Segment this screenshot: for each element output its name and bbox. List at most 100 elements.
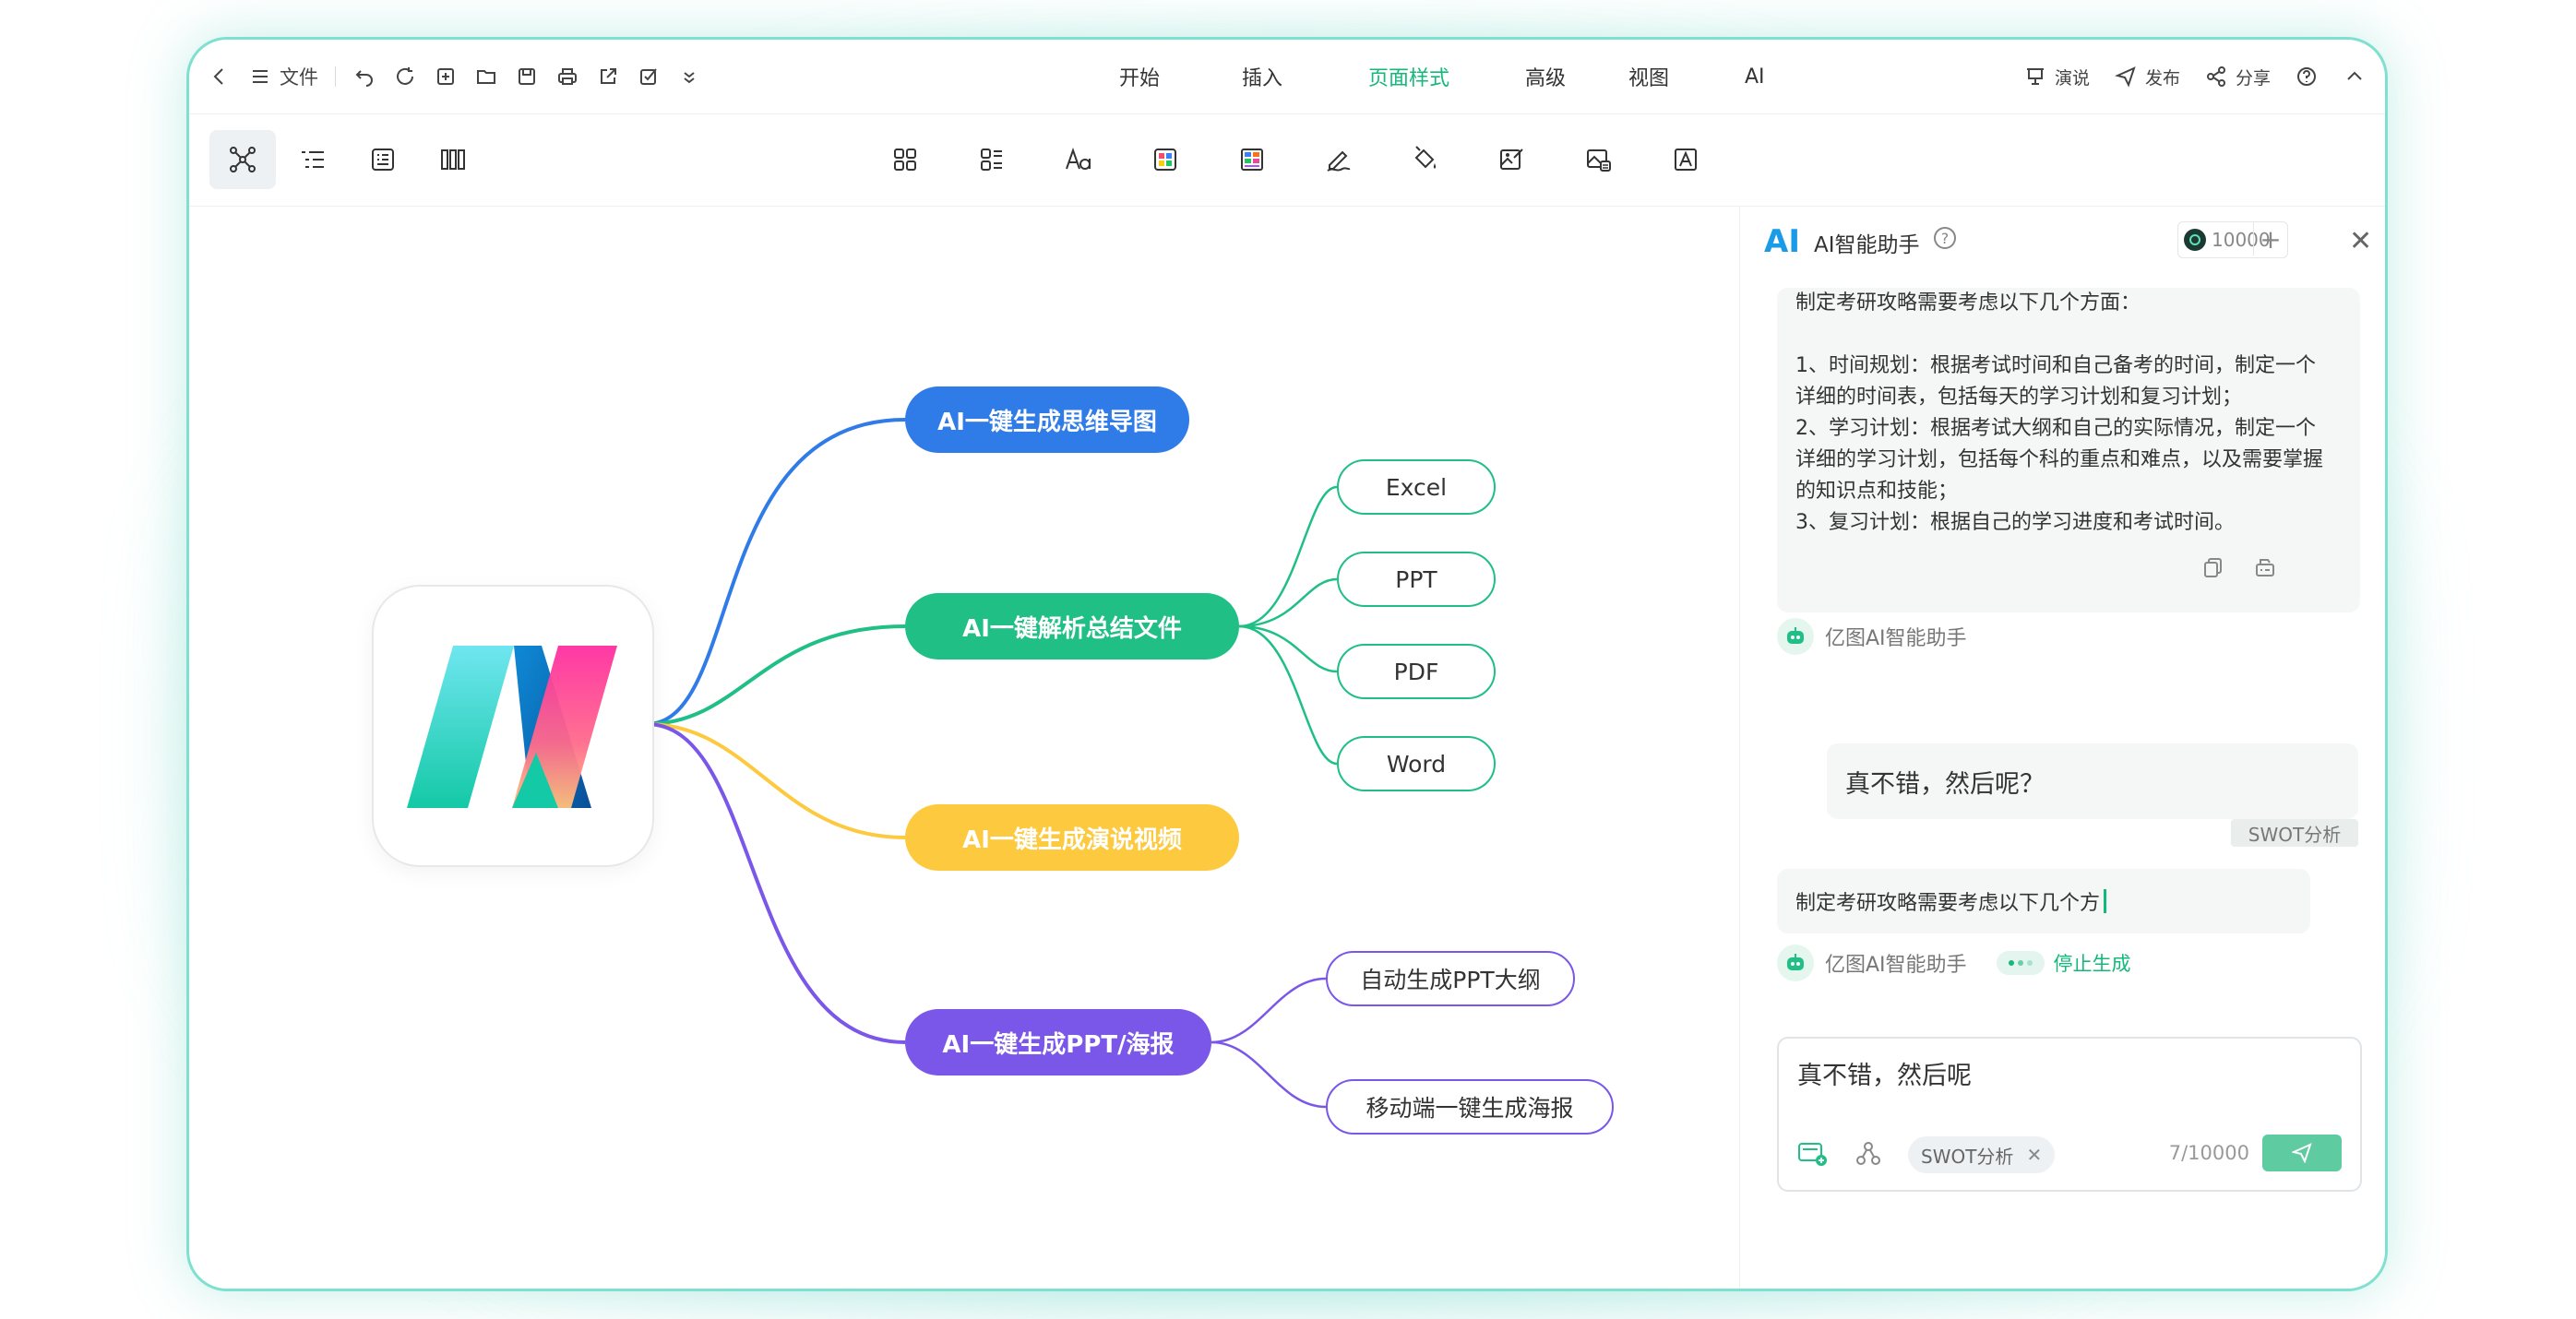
insert-to-canvas-icon[interactable] bbox=[2253, 555, 2277, 579]
panel-title: AI智能助手 bbox=[1814, 233, 1920, 257]
add-credits-button[interactable]: + bbox=[2253, 222, 2287, 255]
branch-node-summarize[interactable]: AI一键解析总结文件 bbox=[905, 593, 1239, 660]
export-icon[interactable] bbox=[596, 65, 620, 89]
stop-generation-button[interactable]: 停止生成 bbox=[1996, 949, 2131, 977]
share-icon bbox=[2204, 65, 2228, 89]
notes-icon bbox=[372, 149, 394, 171]
save-icon[interactable] bbox=[515, 65, 539, 89]
ai-logo: AI bbox=[1764, 223, 1800, 260]
font-icon bbox=[1066, 147, 1091, 170]
structure-icon bbox=[981, 149, 1002, 171]
new-page-icon[interactable] bbox=[434, 65, 458, 89]
brush-style-button[interactable] bbox=[1306, 130, 1372, 189]
app-window: 文件 开始 插入 页面样式 高级 视图 AI 演说 发布 分享 AI一键生成思维… bbox=[186, 37, 2388, 1291]
sub-node-excel[interactable]: Excel bbox=[1337, 459, 1496, 515]
answer-line: 详细的学习计划，包括每个科的重点和难点，以及需要掌握 bbox=[1795, 448, 2324, 471]
text-style-button[interactable] bbox=[1652, 130, 1719, 189]
background-image-button[interactable] bbox=[1566, 130, 1632, 189]
sub-node-ppt[interactable]: PPT bbox=[1337, 552, 1496, 607]
notes-button[interactable] bbox=[350, 130, 416, 189]
fill-button[interactable] bbox=[1392, 130, 1459, 189]
branch-node-ppt[interactable]: AI一键生成PPT/海报 bbox=[905, 1009, 1211, 1075]
chip-label: SWOT分析 bbox=[1921, 1145, 2014, 1168]
chip-remove-icon[interactable]: ✕ bbox=[2026, 1144, 2042, 1166]
paint-bucket-icon bbox=[1414, 146, 1437, 169]
answer-line: 的知识点和技能； bbox=[1795, 480, 1959, 503]
checklist-icon[interactable] bbox=[637, 65, 661, 89]
branch-node-mindmap[interactable]: AI一键生成思维导图 bbox=[905, 386, 1189, 453]
color-scheme-button[interactable] bbox=[1219, 130, 1285, 189]
structure-button[interactable] bbox=[959, 130, 1025, 189]
tab-start[interactable]: 开始 bbox=[1119, 62, 1160, 91]
sub-node-mobile-poster[interactable]: 移动端一键生成海报 bbox=[1326, 1079, 1614, 1135]
answer-line: 2、学习计划：根据考试大纲和自己的实际情况，制定一个 bbox=[1795, 417, 2316, 440]
layout-button[interactable] bbox=[872, 130, 938, 189]
selected-template-chip[interactable]: SWOT分析 ✕ bbox=[1908, 1136, 2056, 1173]
ai-logo-icon bbox=[407, 646, 617, 808]
title-bar: 文件 开始 插入 页面样式 高级 视图 AI 演说 发布 分享 bbox=[189, 40, 2385, 114]
chat-input[interactable]: 真不错，然后呢 SWOT分析 ✕ 7/10000 bbox=[1777, 1037, 2362, 1192]
template-nodes-icon[interactable] bbox=[1854, 1140, 1882, 1168]
pen-icon bbox=[1327, 150, 1351, 172]
outline-list-icon bbox=[302, 151, 324, 168]
undo-icon[interactable] bbox=[352, 65, 376, 89]
answer-line: 详细的时间表，包括每天的学习计划和复习计划； bbox=[1795, 386, 2243, 409]
print-icon[interactable] bbox=[555, 65, 579, 89]
sub-node-pdf[interactable]: PDF bbox=[1337, 644, 1496, 699]
image-settings-icon bbox=[1587, 149, 1611, 172]
mindmap-icon bbox=[230, 147, 256, 172]
paper-plane-icon bbox=[2114, 65, 2138, 89]
mindmap-layout-button[interactable] bbox=[209, 130, 276, 189]
mindmap-canvas[interactable]: AI一键生成思维导图 AI一键解析总结文件 AI一键生成演说视频 AI一键生成P… bbox=[189, 207, 1739, 1289]
present-button[interactable]: 演说 bbox=[2023, 65, 2090, 89]
bot-name: 亿图AI智能助手 bbox=[1825, 627, 1967, 650]
color-palette-icon bbox=[1154, 149, 1176, 171]
robot-avatar-icon bbox=[1777, 618, 1814, 655]
bot-name: 亿图AI智能助手 bbox=[1825, 954, 1967, 977]
attach-file-icon[interactable] bbox=[1797, 1140, 1829, 1168]
close-icon[interactable]: ✕ bbox=[2349, 225, 2372, 257]
coin-icon bbox=[2184, 229, 2206, 251]
kanban-button[interactable] bbox=[420, 130, 486, 189]
answer-line: 1、时间规划：根据考试时间和自己备考的时间，制定一个 bbox=[1795, 354, 2316, 377]
tab-page-style[interactable]: 页面样式 bbox=[1368, 62, 1449, 91]
chat-input-text[interactable]: 真不错，然后呢 bbox=[1797, 1055, 1972, 1091]
tab-insert[interactable]: 插入 bbox=[1242, 62, 1282, 91]
open-folder-icon[interactable] bbox=[474, 65, 498, 89]
image-edit-icon bbox=[1500, 149, 1523, 170]
share-button[interactable]: 分享 bbox=[2204, 65, 2271, 89]
outline-button[interactable] bbox=[280, 130, 346, 189]
color-scheme-icon bbox=[1241, 149, 1263, 171]
publish-button[interactable]: 发布 bbox=[2114, 65, 2180, 89]
sub-node-word[interactable]: Word bbox=[1337, 736, 1496, 791]
present-label: 演说 bbox=[2054, 67, 2090, 89]
bot-signature: 亿图AI智能助手 bbox=[1777, 618, 1967, 655]
loading-dots-icon bbox=[1996, 951, 2045, 975]
collapse-up-icon[interactable] bbox=[2343, 65, 2367, 89]
redo-icon[interactable] bbox=[393, 65, 417, 89]
help-circle-icon[interactable]: ? bbox=[1934, 227, 1956, 249]
tab-view[interactable]: 视图 bbox=[1628, 62, 1669, 91]
more-down-icon[interactable] bbox=[677, 65, 701, 89]
send-icon bbox=[2292, 1143, 2312, 1163]
toolbar bbox=[189, 113, 2385, 207]
credits-balance: 10000 + bbox=[2177, 221, 2288, 258]
kanban-icon bbox=[441, 149, 465, 170]
copy-icon[interactable] bbox=[2201, 555, 2225, 579]
answer-line: 3、复习计划：根据自己的学习进度和考试时间。 bbox=[1795, 511, 2235, 534]
sub-node-ppt-outline[interactable]: 自动生成PPT大纲 bbox=[1326, 951, 1575, 1006]
image-style-button[interactable] bbox=[1479, 130, 1545, 189]
font-button[interactable] bbox=[1045, 130, 1112, 189]
ai-assistant-panel: AI AI智能助手 ? 10000 + ✕ 制定考研攻略需要考虑以下几个方面： … bbox=[1739, 207, 2385, 1289]
user-message: 真不错，然后呢？ bbox=[1827, 743, 2358, 819]
tab-ai[interactable]: AI bbox=[1745, 65, 1765, 89]
send-button[interactable] bbox=[2262, 1135, 2342, 1171]
char-counter: 7/10000 bbox=[2168, 1142, 2249, 1164]
menu-icon[interactable] bbox=[248, 65, 272, 89]
back-icon[interactable] bbox=[208, 65, 232, 89]
file-menu[interactable]: 文件 bbox=[280, 63, 318, 90]
tab-advanced[interactable]: 高级 bbox=[1525, 62, 1566, 91]
theme-color-button[interactable] bbox=[1132, 130, 1199, 189]
help-icon[interactable] bbox=[2295, 65, 2319, 89]
branch-node-video[interactable]: AI一键生成演说视频 bbox=[905, 804, 1239, 871]
